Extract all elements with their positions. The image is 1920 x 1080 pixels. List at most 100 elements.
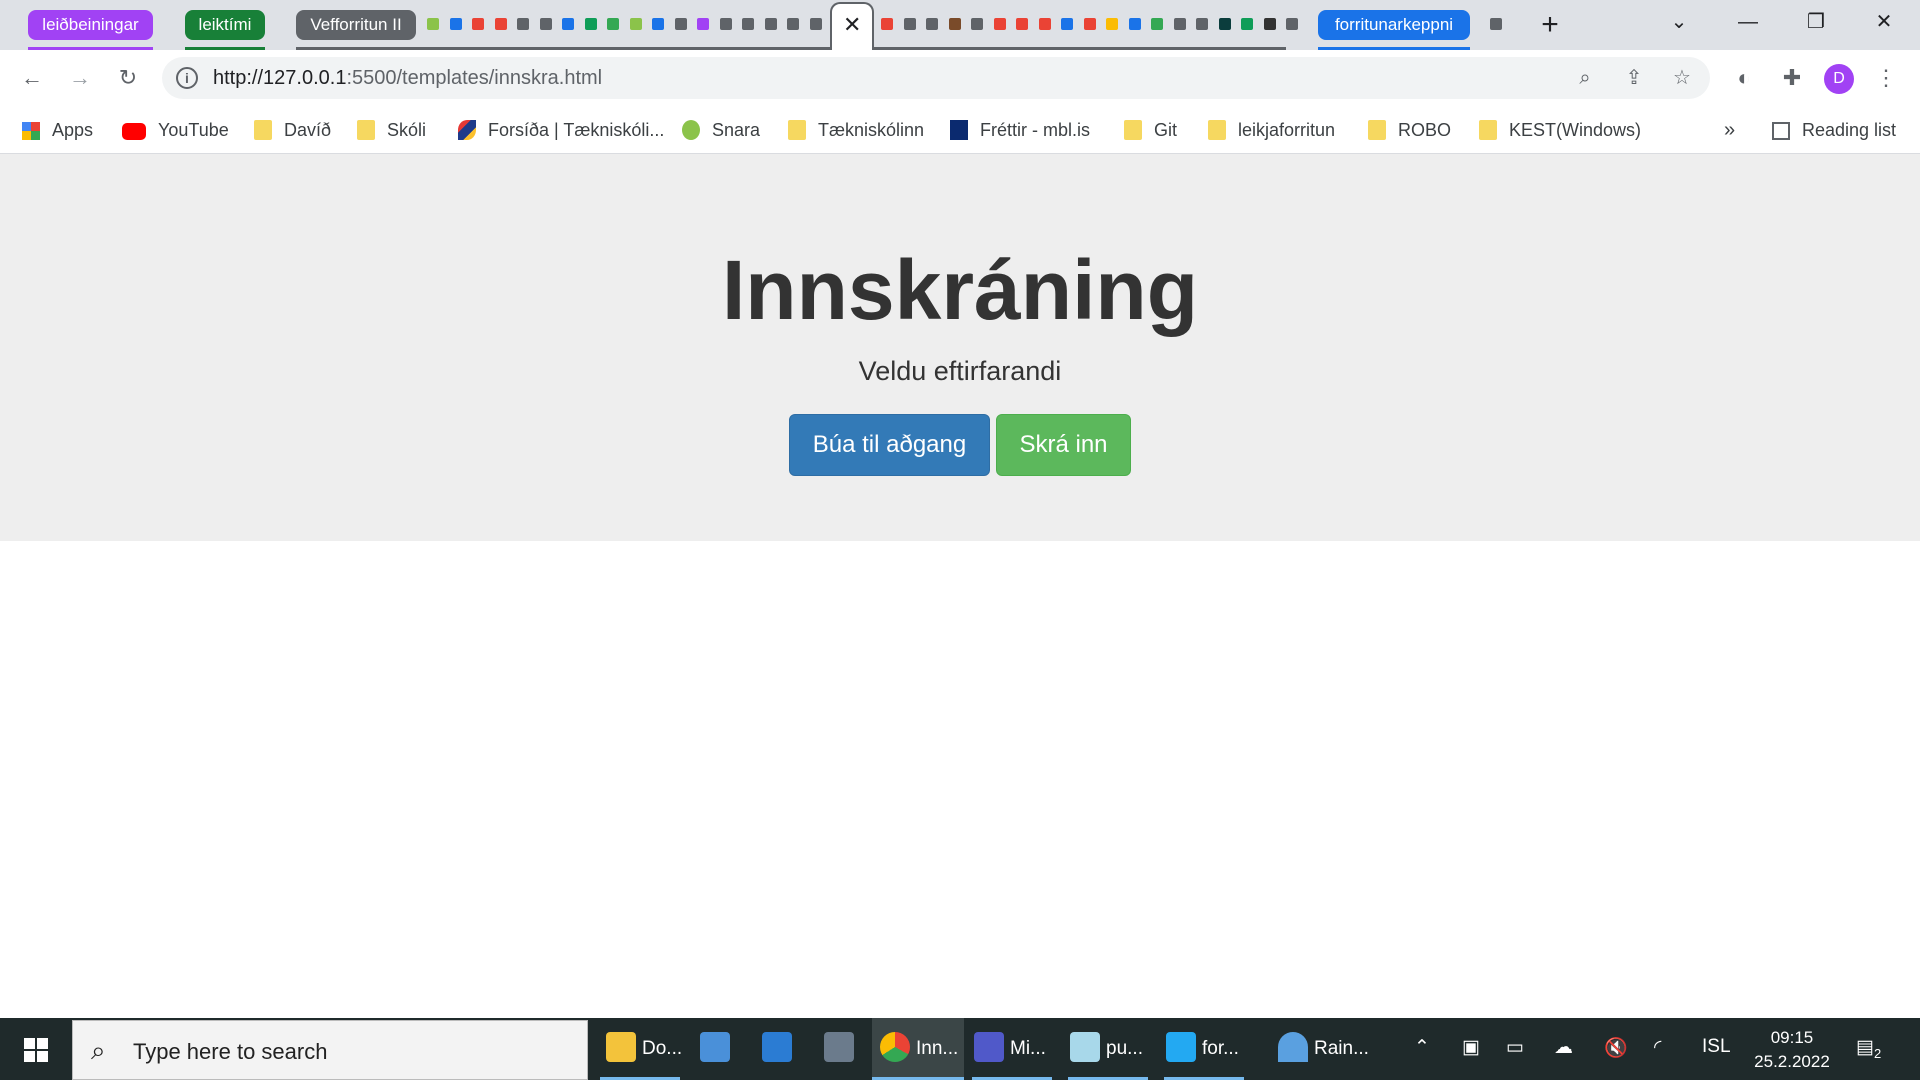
back-button[interactable]: ←: [18, 64, 46, 92]
tab-favicon[interactable]: [901, 13, 919, 35]
tab-favicon[interactable]: [991, 13, 1009, 35]
bookmark-folder-leikjaforritun[interactable]: leikjaforritun: [1208, 116, 1335, 144]
tab-favicon[interactable]: [1487, 13, 1505, 35]
tab-favicon[interactable]: [424, 13, 442, 35]
tab-favicon[interactable]: [1261, 13, 1279, 35]
page-title: Innskráning: [721, 243, 1199, 337]
extensions-puzzle-icon[interactable]: ✚: [1778, 64, 1806, 92]
tab-favicon[interactable]: [1126, 13, 1144, 35]
tab-favicon[interactable]: [1058, 13, 1076, 35]
tab-search-button[interactable]: ⌄: [1647, 0, 1711, 44]
tab-favicon[interactable]: [784, 13, 802, 35]
tab-favicon[interactable]: [1283, 13, 1301, 35]
profile-avatar[interactable]: D: [1824, 64, 1854, 94]
close-tab-icon[interactable]: ✕: [843, 12, 861, 38]
bookmark-folder-robo[interactable]: ROBO: [1368, 116, 1451, 144]
wifi-icon[interactable]: ◜: [1654, 1036, 1661, 1059]
tab-favicon[interactable]: [762, 13, 780, 35]
tab-favicon[interactable]: [537, 13, 555, 35]
tab-favicon[interactable]: [1013, 13, 1031, 35]
input-language[interactable]: ISL: [1702, 1036, 1731, 1058]
tab-favicon[interactable]: [1081, 13, 1099, 35]
tab-favicon[interactable]: [1148, 13, 1166, 35]
tab-group-leidbeiningar[interactable]: leiðbeiningar: [28, 10, 153, 40]
new-tab-button[interactable]: +: [1518, 3, 1582, 47]
address-bar[interactable]: i http://127.0.0.1:5500/templates/innskr…: [162, 57, 1710, 99]
extension-loader-icon[interactable]: ◐: [1730, 64, 1758, 92]
tab-favicon[interactable]: [627, 13, 645, 35]
tab-group-leiktimi[interactable]: leiktími: [185, 10, 265, 40]
bookmark-tskoli[interactable]: Forsíða | Tækniskóli...: [458, 116, 664, 144]
volume-muted-icon[interactable]: 🔇: [1604, 1036, 1628, 1060]
taskbar-clock[interactable]: 09:15 25.2.2022: [1742, 1026, 1842, 1074]
tab-favicon[interactable]: [1171, 13, 1189, 35]
battery-icon[interactable]: ▭: [1506, 1036, 1524, 1059]
taskbar-chrome[interactable]: Inn...: [872, 1018, 964, 1080]
tab-favicon[interactable]: [514, 13, 532, 35]
tab-favicon[interactable]: [582, 13, 600, 35]
store-lock-icon: [700, 1032, 730, 1062]
tab-favicon[interactable]: [807, 13, 825, 35]
tab-favicon[interactable]: [672, 13, 690, 35]
tab-favicon[interactable]: [923, 13, 941, 35]
taskbar-notepad[interactable]: pu...: [1070, 1018, 1143, 1080]
active-tab[interactable]: ✕: [830, 2, 874, 50]
tab-favicon[interactable]: [469, 13, 487, 35]
restore-button[interactable]: ❐: [1784, 0, 1848, 44]
reload-button[interactable]: ↻: [114, 64, 142, 92]
chrome-menu-icon[interactable]: ⋮: [1872, 64, 1900, 92]
tab-group-forritunarkeppni[interactable]: forritunarkeppni: [1318, 10, 1470, 40]
taskbar-calculator[interactable]: [824, 1018, 860, 1080]
reading-list-button[interactable]: Reading list: [1772, 116, 1896, 144]
taskbar-file-explorer[interactable]: Do...: [606, 1018, 682, 1080]
taskbar-search-box[interactable]: ⌕ Type here to search: [72, 1020, 588, 1080]
onedrive-sync-icon[interactable]: ☁: [1554, 1036, 1573, 1059]
bookmark-mbl[interactable]: Fréttir - mbl.is: [950, 116, 1090, 144]
tab-favicon[interactable]: [492, 13, 510, 35]
bookmark-folder-git[interactable]: Git: [1124, 116, 1177, 144]
close-window-button[interactable]: ✕: [1852, 0, 1916, 44]
tab-favicon[interactable]: [878, 13, 896, 35]
share-icon[interactable]: ⇪: [1621, 65, 1647, 91]
tab-favicon[interactable]: [604, 13, 622, 35]
tab-favicon[interactable]: [968, 13, 986, 35]
bookmarks-overflow-button[interactable]: »: [1724, 116, 1735, 144]
bookmark-youtube[interactable]: YouTube: [122, 116, 229, 144]
bookmark-folder-david[interactable]: Davíð: [254, 116, 331, 144]
bookmark-star-icon[interactable]: ☆: [1669, 65, 1695, 91]
show-hidden-icons-chevron-icon[interactable]: ⌃: [1414, 1036, 1430, 1059]
tab-favicon[interactable]: [559, 13, 577, 35]
tab-favicon[interactable]: [649, 13, 667, 35]
tab-favicon[interactable]: [447, 13, 465, 35]
forward-button[interactable]: →: [66, 64, 94, 92]
tab-favicon[interactable]: [1216, 13, 1234, 35]
taskbar-store-lock[interactable]: [700, 1018, 736, 1080]
bookmark-apps[interactable]: Apps: [22, 116, 93, 144]
login-button[interactable]: Skrá inn: [996, 414, 1131, 476]
taskbar-weather[interactable]: Rain...: [1278, 1018, 1369, 1080]
tab-favicon[interactable]: [1238, 13, 1256, 35]
bookmark-folder-kest[interactable]: KEST(Windows): [1479, 116, 1641, 144]
create-account-button[interactable]: Búa til aðgang: [789, 414, 990, 476]
start-button[interactable]: [0, 1018, 72, 1080]
taskbar-vscode[interactable]: for...: [1166, 1018, 1239, 1080]
tab-favicon[interactable]: [946, 13, 964, 35]
tab-favicon[interactable]: [739, 13, 757, 35]
tab-favicon[interactable]: [694, 13, 712, 35]
bookmark-snara[interactable]: Snara: [682, 116, 760, 144]
meet-now-icon[interactable]: ▣: [1462, 1036, 1480, 1059]
url-text[interactable]: http://127.0.0.1:5500/templates/innskra.…: [213, 67, 602, 90]
tab-favicon[interactable]: [717, 13, 735, 35]
zoom-icon[interactable]: ⌕: [1572, 65, 1598, 91]
tab-favicon[interactable]: [1036, 13, 1054, 35]
taskbar-teams[interactable]: Mi...: [974, 1018, 1046, 1080]
tab-favicon[interactable]: [1193, 13, 1211, 35]
minimize-button[interactable]: —: [1716, 0, 1780, 44]
bookmark-folder-skoli[interactable]: Skóli: [357, 116, 426, 144]
bookmark-folder-taekniskolinn[interactable]: Tækniskólinn: [788, 116, 924, 144]
notification-center-icon[interactable]: ▤2: [1856, 1036, 1881, 1061]
tab-favicon[interactable]: [1103, 13, 1121, 35]
taskbar-calendar[interactable]: [762, 1018, 798, 1080]
site-info-icon[interactable]: i: [176, 67, 198, 89]
tab-group-vefforritun[interactable]: Vefforritun II: [296, 10, 416, 40]
